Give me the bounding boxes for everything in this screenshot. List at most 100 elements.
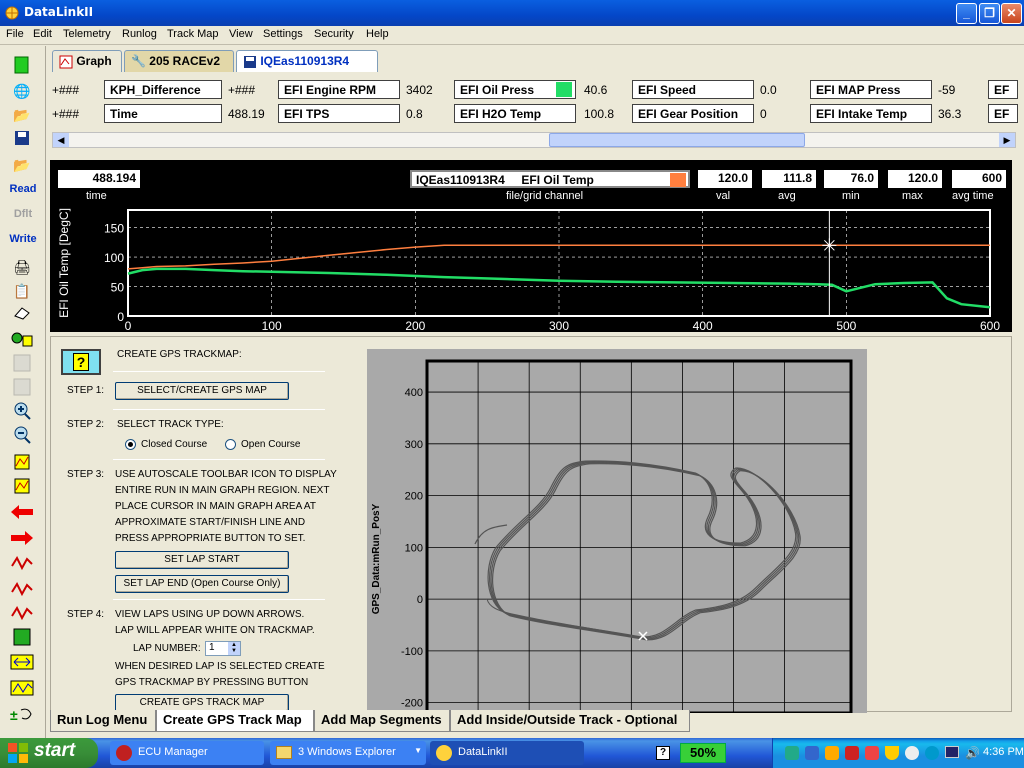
- scroll-thumb[interactable]: [549, 133, 805, 147]
- help-button[interactable]: ?: [61, 349, 101, 375]
- copy-icon[interactable]: 📋: [10, 280, 34, 302]
- tool-icon[interactable]: [10, 628, 34, 650]
- tab-add-map-segments[interactable]: Add Map Segments: [314, 710, 450, 732]
- battery-meter[interactable]: 50%: [680, 743, 726, 763]
- save-icon[interactable]: [10, 130, 34, 152]
- channel-value: 0.0: [760, 83, 777, 97]
- scroll-left-icon[interactable]: ◀: [53, 133, 69, 147]
- shield-icon[interactable]: [885, 746, 899, 760]
- write-button[interactable]: Write: [2, 233, 44, 245]
- menu-view[interactable]: View: [229, 28, 253, 40]
- tray-icon[interactable]: [785, 746, 799, 760]
- menu-edit[interactable]: Edit: [33, 28, 52, 40]
- menu-runlog[interactable]: Runlog: [122, 28, 157, 40]
- read-button[interactable]: Read: [2, 183, 44, 195]
- tab-race[interactable]: 🔧 205 RACEv2: [124, 50, 234, 72]
- set-lap-end-button[interactable]: SET LAP END (Open Course Only): [115, 575, 289, 593]
- tab-add-inside-outside-track[interactable]: Add Inside/Outside Track - Optional: [450, 710, 690, 732]
- app-icon: [5, 6, 19, 20]
- closed-course-radio[interactable]: [125, 439, 136, 450]
- default-button[interactable]: Dflt: [2, 208, 44, 220]
- monitor-icon[interactable]: [945, 746, 959, 758]
- menu-file[interactable]: File: [6, 28, 24, 40]
- sensor-icon[interactable]: [10, 330, 34, 352]
- print-icon[interactable]: 🖨: [10, 256, 34, 278]
- channel-name-box[interactable]: EFI Intake Temp: [810, 104, 932, 123]
- channel-value: 100.8: [584, 107, 615, 121]
- x-tick-label: 0: [125, 319, 132, 332]
- lap-number-stepper[interactable]: 1 ▲ ▼: [205, 641, 241, 656]
- tab-create-gps-track-map[interactable]: Create GPS Track Map: [156, 710, 314, 732]
- channel-scrollbar[interactable]: ◀ ▶: [52, 132, 1016, 148]
- x-tick-label: 300: [549, 319, 569, 332]
- eraser-icon[interactable]: [10, 304, 34, 326]
- waveform-icon-1[interactable]: [10, 554, 34, 576]
- step4-line: VIEW LAPS USING UP DOWN ARROWS.: [115, 609, 305, 620]
- volume-icon[interactable]: 🔊: [965, 746, 980, 760]
- waveform-icon-3[interactable]: [10, 604, 34, 626]
- new-icon[interactable]: [10, 56, 34, 78]
- menu-security[interactable]: Security: [314, 28, 354, 40]
- start-button[interactable]: start: [0, 738, 98, 768]
- taskbar-item-label: ECU Manager: [138, 746, 208, 758]
- channel-name-box[interactable]: EFI H2O Temp: [454, 104, 576, 123]
- waveform-icon-2[interactable]: [10, 580, 34, 602]
- expand-icon[interactable]: [10, 654, 34, 676]
- gps-trackmap-chart[interactable]: 400 300 200 100 0 -100 -200 GPS_Data:mRun_PosY: [367, 349, 867, 715]
- tray-icon[interactable]: [825, 746, 839, 760]
- channel-name-box[interactable]: Time: [104, 104, 222, 123]
- scroll-right-icon[interactable]: ▶: [999, 133, 1015, 147]
- menu-help[interactable]: Help: [366, 28, 389, 40]
- channel-name-box[interactable]: EF: [988, 80, 1018, 99]
- menu-settings[interactable]: Settings: [263, 28, 303, 40]
- close-button[interactable]: ✕: [1001, 3, 1022, 24]
- menu-telemetry[interactable]: Telemetry: [63, 28, 111, 40]
- step3-line: PRESS APPROPRIATE BUTTON TO SET.: [115, 533, 306, 544]
- channel-name-box[interactable]: EFI Gear Position: [632, 104, 754, 123]
- oil-temp-chart[interactable]: 0 50 100 150 0 100 200 300 400 500 600 EFI Oil Temp…: [50, 160, 1012, 332]
- tab-run-log-menu[interactable]: Run Log Menu: [50, 710, 156, 732]
- step4-line: LAP WILL APPEAR WHITE ON TRACKMAP.: [115, 625, 315, 636]
- open-folder-icon[interactable]: 📂: [10, 104, 34, 126]
- menu-track-map[interactable]: Track Map: [167, 28, 219, 40]
- set-lap-start-button[interactable]: SET LAP START: [115, 551, 289, 569]
- taskbar-ecu-manager[interactable]: ECU Manager: [110, 741, 264, 765]
- taskbar-datalink[interactable]: DataLinkII: [430, 741, 584, 765]
- tab-file[interactable]: IQEas110913R4: [236, 50, 378, 72]
- zero-scale-icon[interactable]: [10, 478, 34, 500]
- channel-name-box[interactable]: EFI MAP Press: [810, 80, 932, 99]
- channel-name-box[interactable]: EFI Engine RPM: [278, 80, 400, 99]
- select-create-gps-map-button[interactable]: SELECT/CREATE GPS MAP: [115, 382, 289, 400]
- tray-icon[interactable]: [925, 746, 939, 760]
- arrow-left-icon[interactable]: [10, 504, 34, 526]
- zoom-in-icon[interactable]: [10, 402, 34, 424]
- tab-graph[interactable]: Graph: [52, 50, 122, 72]
- channel-name-box[interactable]: EFI TPS: [278, 104, 400, 123]
- tray-icon[interactable]: [845, 746, 859, 760]
- channel-name-box[interactable]: KPH_Difference: [104, 80, 222, 99]
- gps-trackmap-view[interactable]: 400 300 200 100 0 -100 -200 GPS_Data:mRun_PosY: [367, 349, 867, 715]
- ecu-icon: [116, 745, 132, 761]
- channel-name-box[interactable]: EF: [988, 104, 1018, 123]
- open-folder-icon-2[interactable]: 📂: [10, 154, 34, 176]
- open-course-radio[interactable]: [225, 439, 236, 450]
- spin-arrows-icon[interactable]: ▲ ▼: [228, 642, 240, 655]
- tray-icon[interactable]: [905, 746, 919, 760]
- globe-icon[interactable]: 🌐: [10, 80, 34, 102]
- tray-icon[interactable]: [805, 746, 819, 760]
- lap-number-value: 1: [209, 642, 215, 653]
- help-tray-icon[interactable]: ?: [656, 746, 670, 760]
- clock[interactable]: 4:36 PM: [983, 746, 1024, 758]
- tray-icon[interactable]: [865, 746, 879, 760]
- arrow-right-icon[interactable]: [10, 530, 34, 552]
- autoscale-icon[interactable]: [10, 454, 34, 476]
- minimize-button[interactable]: _: [956, 3, 977, 24]
- taskbar-windows-explorer[interactable]: 3 Windows Explorer ▼: [270, 741, 426, 765]
- add-map-icon[interactable]: ±: [10, 706, 34, 728]
- zoom-out-icon[interactable]: [10, 426, 34, 448]
- signal-icon[interactable]: [10, 680, 34, 702]
- step4-line: WHEN DESIRED LAP IS SELECTED CREATE: [115, 661, 325, 672]
- maximize-button[interactable]: ❐: [979, 3, 1000, 24]
- windows-logo-icon: [8, 743, 28, 763]
- channel-name-box[interactable]: EFI Speed: [632, 80, 754, 99]
